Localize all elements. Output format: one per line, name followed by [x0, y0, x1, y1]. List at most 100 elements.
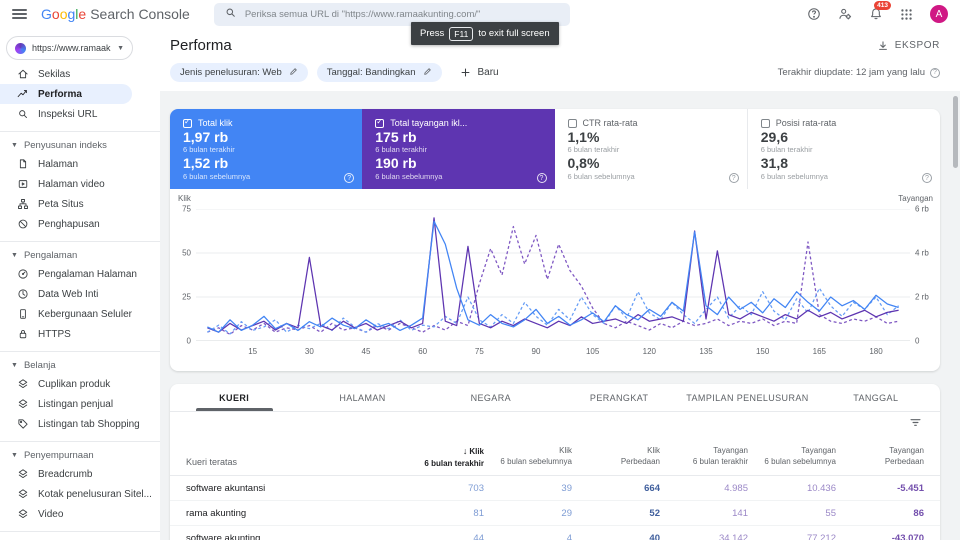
sidebar-item-video[interactable]: Video	[0, 504, 132, 524]
user-settings-icon[interactable]	[838, 7, 852, 21]
tab-tampilan-penelusuran[interactable]: TAMPILAN PENELUSURAN	[683, 384, 811, 411]
pencil-icon[interactable]	[423, 67, 432, 79]
export-button[interactable]: EKSPOR	[877, 40, 940, 52]
metric-card-total-klik[interactable]: Total klik1,97 rb6 bulan terakhir1,52 rb…	[170, 109, 362, 189]
new-filter-button[interactable]: Baru	[460, 67, 499, 78]
sidebar-item-listingan-penjual[interactable]: Listingan penjual	[0, 394, 132, 414]
query-cell: software akuntansi	[186, 483, 396, 494]
info-icon[interactable]: ?	[537, 173, 547, 183]
column-header-tayangan-6-bulan-sebelumnya[interactable]: Tayangan6 bulan sebelumnya	[748, 445, 836, 469]
sidebar-item-kotak-penelusuran-sitel[interactable]: Kotak penelusuran Sitel...	[0, 484, 132, 504]
column-header-tayangan-6-bulan-terakhir[interactable]: Tayangan6 bulan terakhir	[660, 445, 748, 469]
video-page-icon	[17, 178, 29, 190]
info-icon[interactable]: ?	[922, 173, 932, 183]
metric-card-total-tayangan-ikl[interactable]: Total tayangan ikl...175 rb6 bulan terak…	[362, 109, 554, 189]
sidebar-section-belanja[interactable]: ▼Belanja	[0, 356, 160, 374]
metric-card-ctr-rata-rata[interactable]: CTR rata-rata1,1%6 bulan terakhir0,8%6 b…	[555, 109, 747, 189]
tab-negara[interactable]: NEGARA	[427, 384, 555, 411]
google-logo: Google	[41, 6, 86, 22]
left-axis-tick: 75	[182, 205, 191, 214]
table-row-rama-akunting[interactable]: rama akunting8129521415586	[170, 501, 940, 526]
column-header-klik-perbedaan[interactable]: KlikPerbedaan	[572, 445, 660, 469]
value-cell: 4.985	[660, 483, 748, 494]
notifications-icon[interactable]: 413	[869, 7, 883, 21]
sidebar-item-label: Penghapusan	[38, 219, 100, 230]
performance-icon	[17, 88, 29, 100]
toast-prefix: Press	[420, 28, 444, 39]
pages-icon	[17, 158, 29, 170]
help-icon[interactable]	[807, 7, 821, 21]
scrollbar-thumb[interactable]	[953, 96, 958, 168]
line-chart-plot[interactable]: 75502506 rb4 rb2 rb015304560759010512013…	[196, 209, 910, 341]
sidebar-section-pengalaman[interactable]: ▼Pengalaman	[0, 246, 160, 264]
filter-list-icon[interactable]	[909, 416, 922, 434]
chip-label: Jenis penelusuran: Web	[180, 67, 282, 78]
sidebar-item-data-web-inti[interactable]: Data Web Inti	[0, 284, 132, 304]
metric-checkbox[interactable]	[761, 119, 770, 128]
info-icon[interactable]: ?	[344, 173, 354, 183]
chevron-down-icon: ▼	[11, 362, 18, 369]
window-scrollbar[interactable]	[952, 96, 959, 540]
right-axis-tick: 6 rb	[915, 205, 929, 214]
sidebar-divider	[0, 351, 160, 352]
tab-tanggal[interactable]: TANGGAL	[812, 384, 940, 411]
pencil-icon[interactable]	[289, 67, 298, 79]
sidebar-section-penyempurnaan[interactable]: ▼Penyempurnaan	[0, 446, 160, 464]
sidebar-divider	[0, 241, 160, 242]
logo-suffix: Search Console	[90, 6, 190, 22]
sidebar-item-inspeksi-url[interactable]: Inspeksi URL	[0, 104, 132, 124]
value-cell: 40	[572, 533, 660, 540]
sidebar-item-pengalaman-halaman[interactable]: Pengalaman Halaman	[0, 264, 132, 284]
property-selector[interactable]: https://www.ramaak... ▼	[6, 36, 133, 60]
sidebar-divider	[0, 531, 160, 532]
sidebar-item-label: Halaman	[38, 159, 78, 170]
series-tayangan-6-bulan-terakhir	[207, 218, 898, 332]
sidebar-item-cuplikan-produk[interactable]: Cuplikan produk	[0, 374, 132, 394]
metric-caption-previous: 6 bulan sebelumnya	[568, 172, 737, 181]
sidebar-item-peta-situs[interactable]: Peta Situs	[0, 194, 132, 214]
value-cell: 39	[484, 483, 572, 494]
tab-halaman[interactable]: HALAMAN	[298, 384, 426, 411]
metric-value-current: 1,97 rb	[183, 130, 352, 145]
table-row-software-akuntansi[interactable]: software akuntansi703396644.98510.436-5.…	[170, 476, 940, 501]
sidebar-item-breadcrumb[interactable]: Breadcrumb	[0, 464, 132, 484]
sidebar-item-penghapusan[interactable]: Penghapusan	[0, 214, 132, 234]
app-logo[interactable]: Google Search Console	[41, 6, 190, 22]
x-axis-tick: 165	[813, 347, 826, 356]
sidebar-section-penyusunan-indeks[interactable]: ▼Penyusunan indeks	[0, 136, 160, 154]
toast-suffix: to exit full screen	[478, 28, 549, 39]
column-header-tayangan-perbedaan[interactable]: TayanganPerbedaan	[836, 445, 924, 469]
menu-icon[interactable]	[12, 9, 27, 19]
sidebar-item-halaman[interactable]: Halaman	[0, 154, 132, 174]
sidebar-item-label: Halaman video	[38, 179, 105, 190]
filter-chip-tanggal-bandingkan[interactable]: Tanggal: Bandingkan	[317, 63, 442, 82]
metric-value-previous: 0,8%	[568, 156, 737, 171]
avatar[interactable]: A	[930, 5, 948, 23]
info-icon[interactable]: ?	[729, 173, 739, 183]
left-axis-tick: 25	[182, 293, 191, 302]
metric-value-current: 29,6	[761, 130, 930, 145]
sidebar-item-sekilas[interactable]: Sekilas	[0, 64, 132, 84]
left-axis-title: Klik	[178, 194, 191, 203]
tab-kueri[interactable]: KUERI	[170, 384, 298, 411]
sidebar-item-performa[interactable]: Performa	[0, 84, 132, 104]
sidebar-item-label: Listingan tab Shopping	[38, 419, 140, 430]
sidebar-item-kebergunaan-seluler[interactable]: Kebergunaan Seluler	[0, 304, 132, 324]
metric-label-text: CTR rata-rata	[583, 118, 638, 128]
search-placeholder: Periksa semua URL di "https://www.ramaak…	[245, 9, 481, 20]
help-circle-icon[interactable]: ?	[930, 68, 940, 78]
metric-checkbox[interactable]	[568, 119, 577, 128]
table-row-software-akunting[interactable]: software akunting4444034.14277.212-43.07…	[170, 526, 940, 540]
sidebar-item-halaman-video[interactable]: Halaman video	[0, 174, 132, 194]
column-header-klik-6-bulan-terakhir[interactable]: ↓Klik6 bulan terakhir	[396, 445, 484, 469]
sidebar-item-listingan-tab-shopping[interactable]: Listingan tab Shopping	[0, 414, 132, 434]
metric-card-posisi-rata-rata[interactable]: Posisi rata-rata29,66 bulan terakhir31,8…	[747, 109, 940, 189]
apps-grid-icon[interactable]	[900, 8, 913, 21]
sidebar-section-tindakan-manual-keamanan[interactable]: ▶Tindakan Manual & Keamanan	[0, 536, 160, 540]
tab-perangkat[interactable]: PERANGKAT	[555, 384, 683, 411]
column-header-klik-6-bulan-sebelumnya[interactable]: Klik6 bulan sebelumnya	[484, 445, 572, 469]
metric-checkbox[interactable]	[183, 119, 192, 128]
metric-checkbox[interactable]	[375, 119, 384, 128]
sidebar-item-https[interactable]: HTTPS	[0, 324, 132, 344]
filter-chip-jenis-penelusuran-web[interactable]: Jenis penelusuran: Web	[170, 63, 308, 82]
